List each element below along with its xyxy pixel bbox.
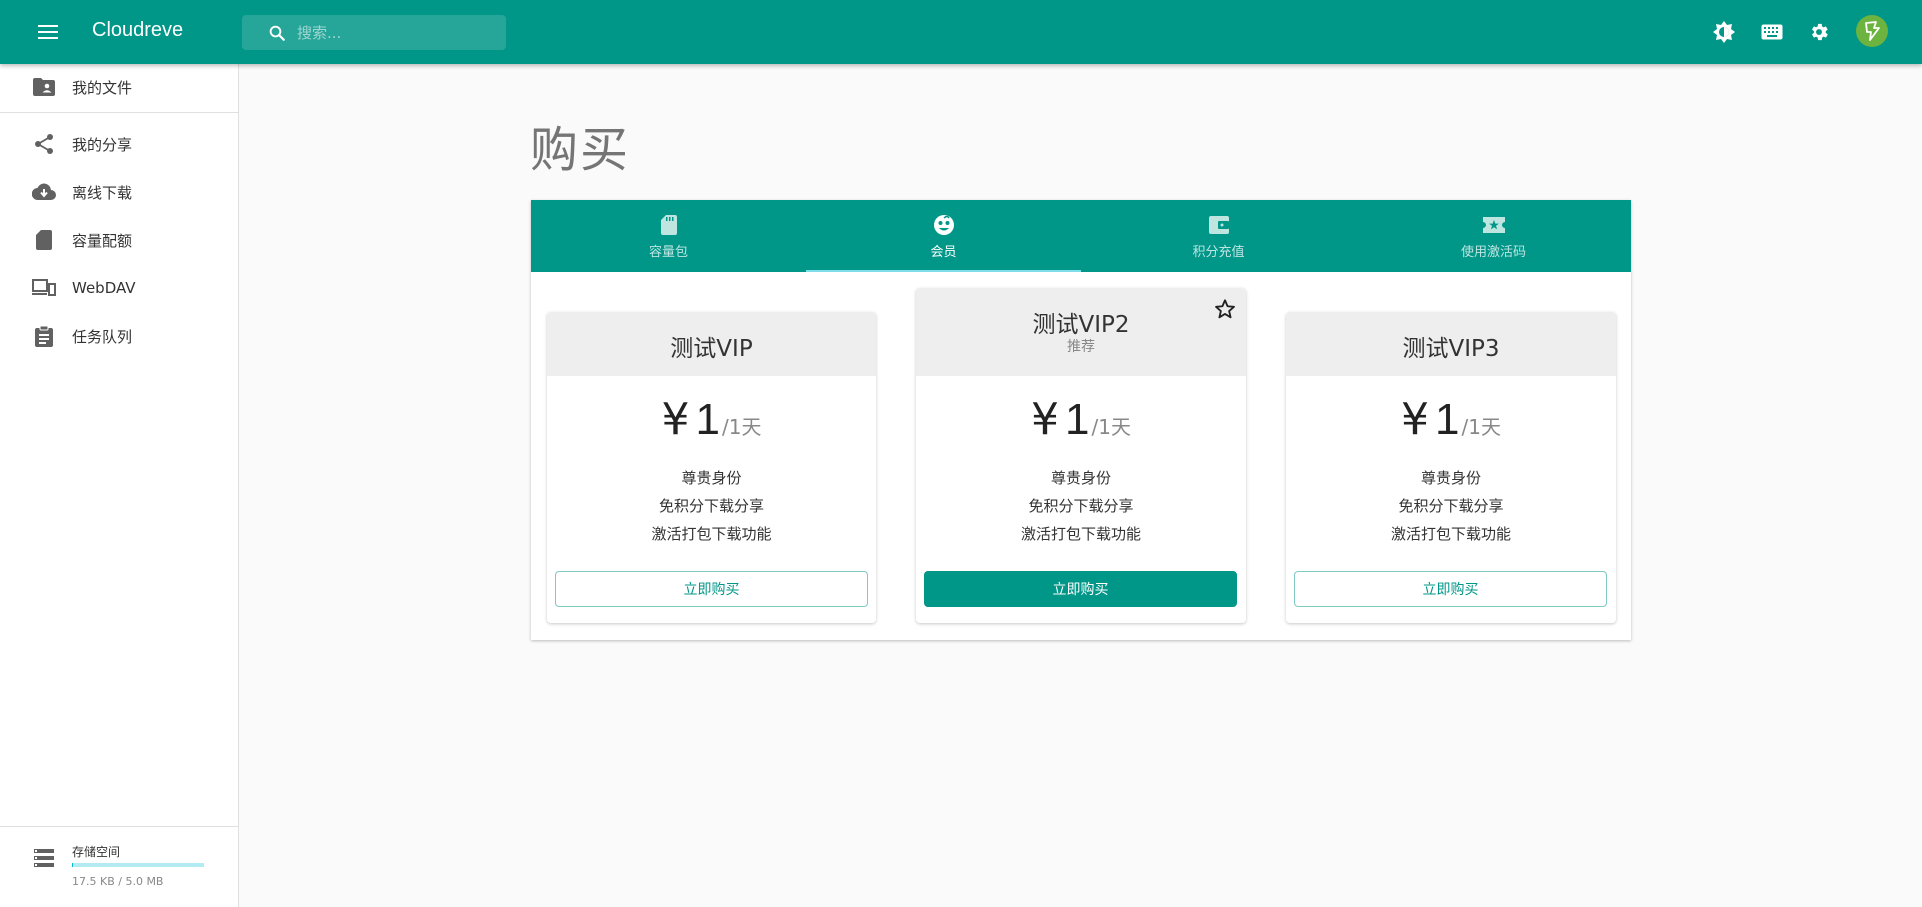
storage-progress-bar xyxy=(72,863,204,867)
sidebar-divider xyxy=(0,112,238,113)
price-unit: /1天 xyxy=(722,415,762,439)
sidebar: 我的文件 我的分享 离线下载 容量配额 WebDAV 任务队列 存储空间 17.… xyxy=(0,64,239,907)
sidebar-divider xyxy=(0,826,238,827)
wallet-icon xyxy=(1207,213,1231,237)
price-unit: /1天 xyxy=(1461,415,1501,439)
storage-icon xyxy=(34,849,54,867)
menu-button[interactable] xyxy=(31,18,65,46)
search-icon xyxy=(269,25,285,41)
share-icon xyxy=(32,132,56,156)
price-unit: /1天 xyxy=(1091,415,1131,439)
plan-feature: 尊贵身份 xyxy=(681,469,742,487)
plan-card-header: 测试VIP3 xyxy=(1286,312,1616,376)
keyboard-button[interactable] xyxy=(1759,19,1785,45)
star-icon[interactable] xyxy=(1214,298,1236,320)
plan-price: ¥1/1天 xyxy=(916,394,1246,445)
assignment-icon xyxy=(32,324,56,348)
sd-card-icon xyxy=(657,213,681,237)
page-title: 购买 xyxy=(530,122,631,178)
sd-card-icon xyxy=(32,228,56,252)
plan-feature: 激活打包下载功能 xyxy=(651,525,772,543)
tab-label: 容量包 xyxy=(648,244,688,260)
plan-name: 测试VIP xyxy=(670,336,753,362)
keyboard-icon xyxy=(1761,24,1783,40)
tab-label: 会员 xyxy=(930,244,957,260)
buy-now-button[interactable]: 立即购买 xyxy=(555,571,868,607)
sidebar-item-my-shares[interactable]: 我的分享 xyxy=(0,124,238,164)
plan-name: 测试VIP2 xyxy=(1032,312,1130,338)
sidebar-item-task-queue[interactable]: 任务队列 xyxy=(0,316,238,356)
tab-label: 积分充值 xyxy=(1192,244,1245,260)
sidebar-item-label: 任务队列 xyxy=(72,327,133,346)
plan-card: 测试VIP ¥1/1天 尊贵身份 免积分下载分享 激活打包下载功能 立即购买 xyxy=(547,312,876,623)
sidebar-item-my-files[interactable]: 我的文件 xyxy=(0,67,238,107)
settings-icon xyxy=(1812,23,1828,41)
sidebar-item-label: 我的文件 xyxy=(72,78,133,97)
plan-feature: 激活打包下载功能 xyxy=(1020,525,1141,543)
price-value: 1 xyxy=(1065,395,1090,444)
avatar[interactable] xyxy=(1856,15,1888,47)
storage-usage-text: 17.5 KB / 5.0 MB xyxy=(72,875,164,888)
plan-card-header: 测试VIP2 推荐 xyxy=(916,288,1246,376)
price-currency: ¥ xyxy=(1031,394,1060,445)
plan-feature: 激活打包下载功能 xyxy=(1390,525,1511,543)
sidebar-item-quota[interactable]: 容量配额 xyxy=(0,220,238,260)
purchase-tabs: 容量包 会员 积分充值 使用激活码 xyxy=(531,200,1631,272)
tab-capacity-pack[interactable]: 容量包 xyxy=(531,200,806,272)
plan-card-recommended: 测试VIP2 推荐 ¥1/1天 尊贵身份 免积分下载分享 激活打包下载功能 立即… xyxy=(916,288,1246,623)
app-title[interactable]: Cloudreve xyxy=(92,19,183,42)
plan-feature: 免积分下载分享 xyxy=(658,497,764,515)
cloud-download-icon xyxy=(32,180,56,204)
plan-price: ¥1/1天 xyxy=(1286,394,1616,445)
sidebar-item-offline-download[interactable]: 离线下载 xyxy=(0,172,238,212)
plan-feature: 免积分下载分享 xyxy=(1028,497,1134,515)
active-tab-indicator xyxy=(806,270,1081,272)
devices-icon xyxy=(32,276,56,300)
plan-card: 测试VIP3 ¥1/1天 尊贵身份 免积分下载分享 激活打包下载功能 立即购买 xyxy=(1286,312,1616,623)
sidebar-item-label: WebDAV xyxy=(72,279,136,297)
menu-icon xyxy=(38,25,58,39)
price-currency: ¥ xyxy=(1401,394,1430,445)
price-value: 1 xyxy=(1435,395,1460,444)
purchase-panel: 容量包 会员 积分充值 使用激活码 测试VIP ¥1/1天 尊贵身份 免积分下载… xyxy=(531,200,1631,640)
search-input[interactable] xyxy=(297,19,497,46)
app-bar: Cloudreve xyxy=(0,0,1922,64)
tab-activation-code[interactable]: 使用激活码 xyxy=(1356,200,1631,272)
sidebar-item-webdav[interactable]: WebDAV xyxy=(0,268,238,308)
price-value: 1 xyxy=(695,395,720,444)
theme-toggle-icon xyxy=(1713,21,1735,43)
avatar-icon xyxy=(1865,21,1880,41)
folder-shared-icon xyxy=(32,75,56,99)
tab-membership[interactable]: 会员 xyxy=(806,200,1081,272)
search-box[interactable] xyxy=(242,15,506,50)
tab-points-recharge[interactable]: 积分充值 xyxy=(1081,200,1356,272)
plan-feature: 免积分下载分享 xyxy=(1398,497,1504,515)
ticket-icon xyxy=(1482,213,1506,237)
plan-subtitle: 推荐 xyxy=(1067,339,1095,355)
tab-label: 使用激活码 xyxy=(1460,244,1526,260)
plan-feature: 尊贵身份 xyxy=(1420,469,1481,487)
sidebar-item-label: 我的分享 xyxy=(72,135,133,154)
settings-button[interactable] xyxy=(1806,19,1832,45)
plan-card-header: 测试VIP xyxy=(547,312,876,376)
price-currency: ¥ xyxy=(661,394,690,445)
buy-now-button[interactable]: 立即购买 xyxy=(1294,571,1607,607)
buy-now-button[interactable]: 立即购买 xyxy=(924,571,1237,607)
face-icon xyxy=(932,213,956,237)
sidebar-item-label: 离线下载 xyxy=(72,183,133,202)
plan-feature: 尊贵身份 xyxy=(1050,469,1111,487)
plan-price: ¥1/1天 xyxy=(547,394,876,445)
sidebar-item-label: 容量配额 xyxy=(72,231,133,250)
plan-name: 测试VIP3 xyxy=(1402,336,1500,362)
theme-toggle-button[interactable] xyxy=(1711,19,1737,45)
storage-title: 存储空间 xyxy=(72,845,121,859)
